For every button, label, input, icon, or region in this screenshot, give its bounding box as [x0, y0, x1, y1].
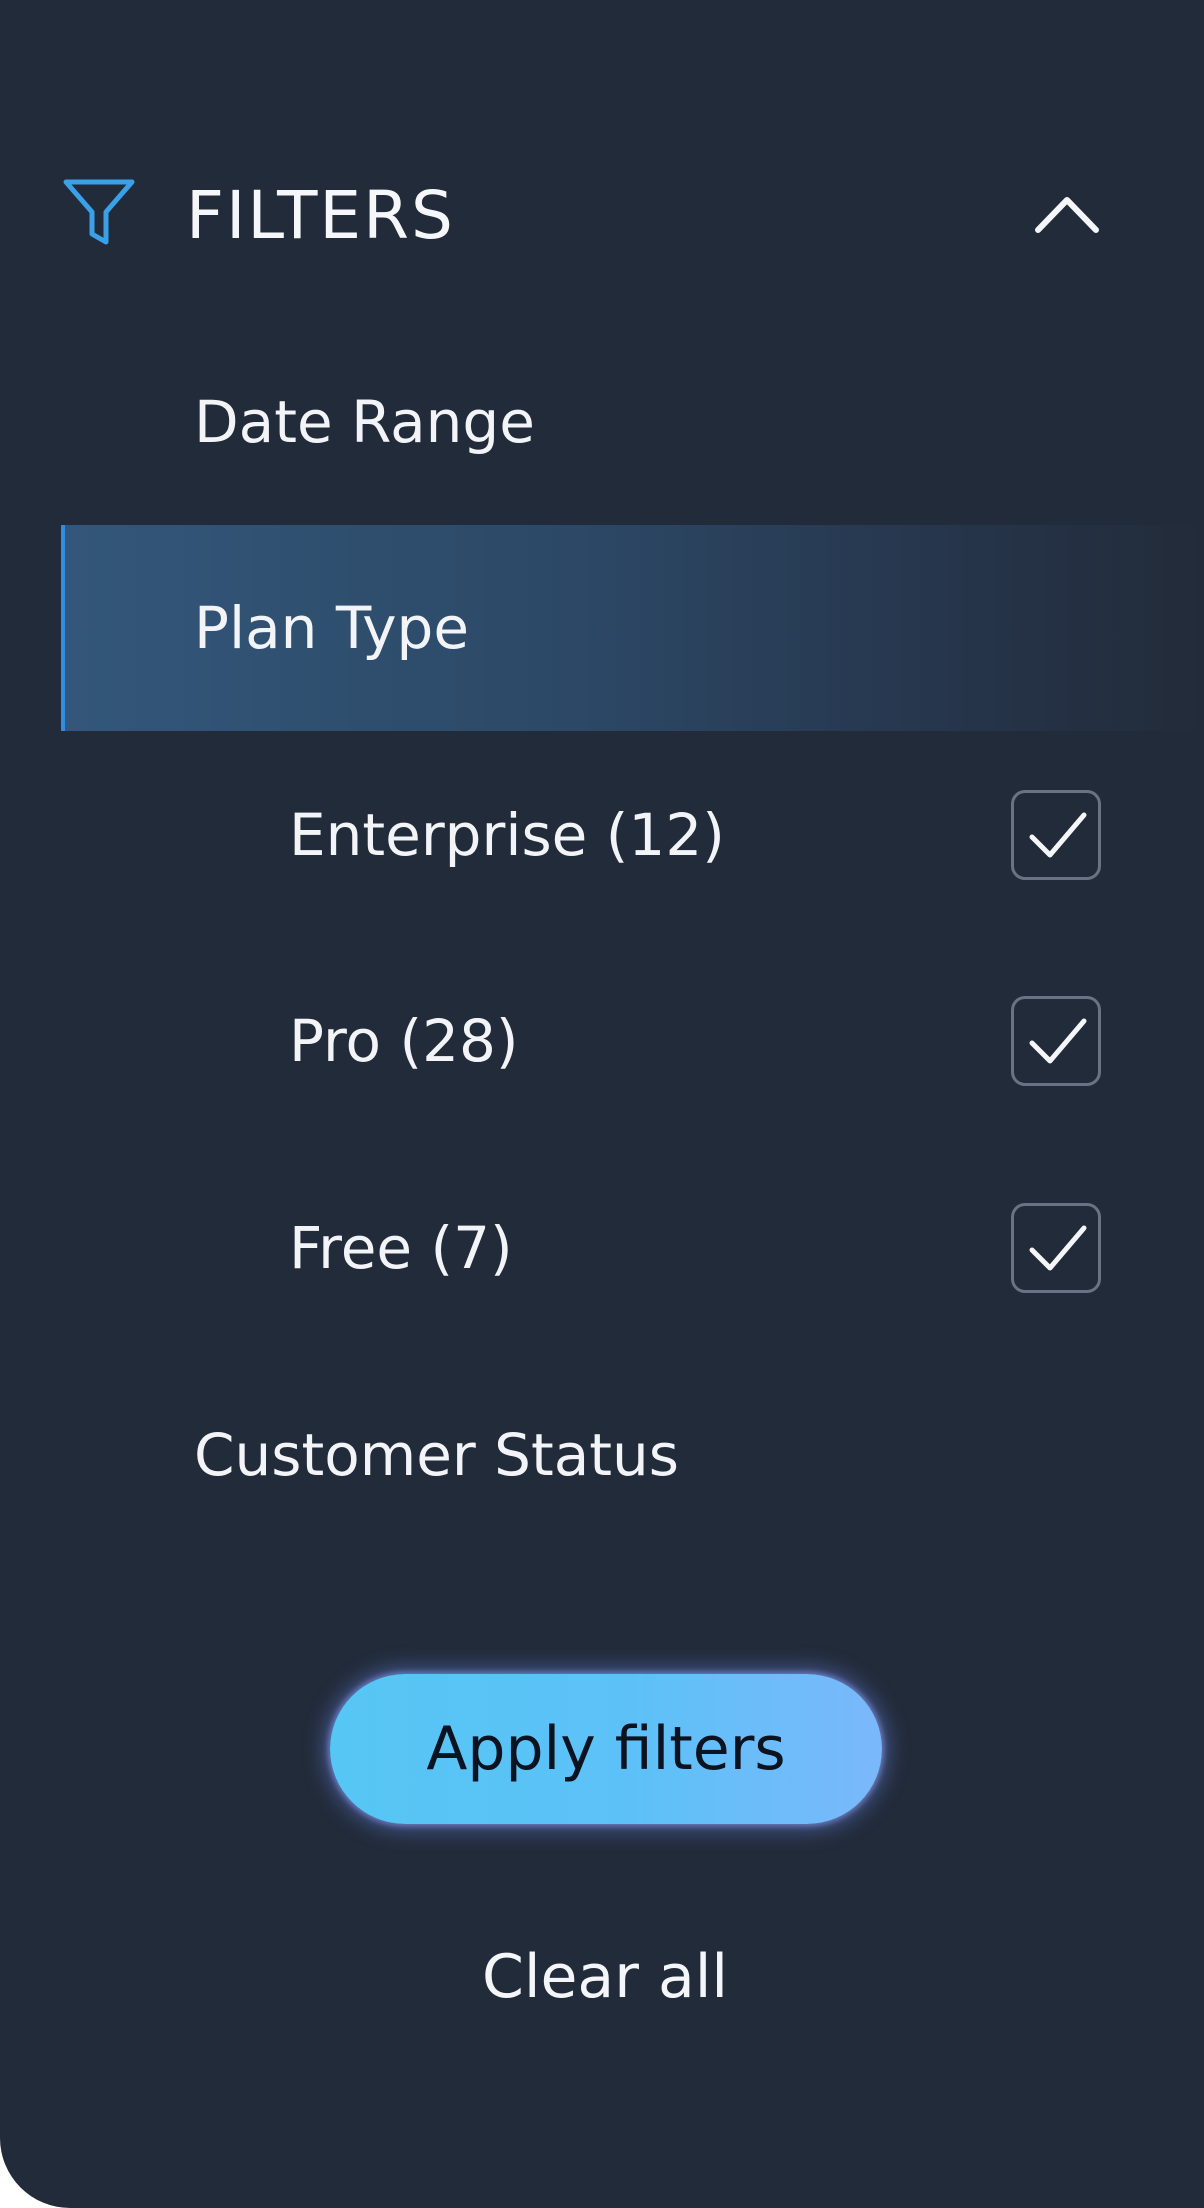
free-checkbox[interactable] — [1011, 1203, 1101, 1293]
option-label: Pro (28) — [289, 1007, 519, 1075]
option-enterprise[interactable]: Enterprise (12) — [0, 732, 1204, 938]
section-date-range[interactable]: Date Range — [0, 319, 1204, 525]
checkmark-icon — [1029, 1018, 1087, 1064]
section-label: Customer Status — [194, 1421, 679, 1489]
pro-checkbox[interactable] — [1011, 996, 1101, 1086]
section-plan-type[interactable]: Plan Type — [61, 525, 1204, 731]
chevron-up-icon — [1035, 197, 1099, 233]
checkmark-icon — [1029, 1225, 1087, 1271]
filters-title: FILTERS — [186, 177, 455, 254]
funnel-icon — [63, 179, 135, 245]
apply-filters-label: Apply filters — [426, 1714, 786, 1784]
option-pro[interactable]: Pro (28) — [0, 938, 1204, 1144]
option-label: Free (7) — [289, 1214, 513, 1282]
enterprise-checkbox[interactable] — [1011, 790, 1101, 880]
clear-all-button[interactable]: Clear all — [380, 1912, 830, 2042]
section-label: Plan Type — [194, 594, 470, 662]
apply-filters-button[interactable]: Apply filters — [330, 1674, 882, 1824]
section-customer-status[interactable]: Customer Status — [0, 1352, 1204, 1558]
section-label: Date Range — [194, 388, 535, 456]
option-label: Enterprise (12) — [289, 801, 725, 869]
checkmark-icon — [1029, 812, 1087, 858]
collapse-button[interactable] — [1028, 186, 1106, 242]
option-free[interactable]: Free (7) — [0, 1145, 1204, 1351]
filters-panel: FILTERS Date Range Plan Type Enterprise … — [0, 0, 1204, 2208]
